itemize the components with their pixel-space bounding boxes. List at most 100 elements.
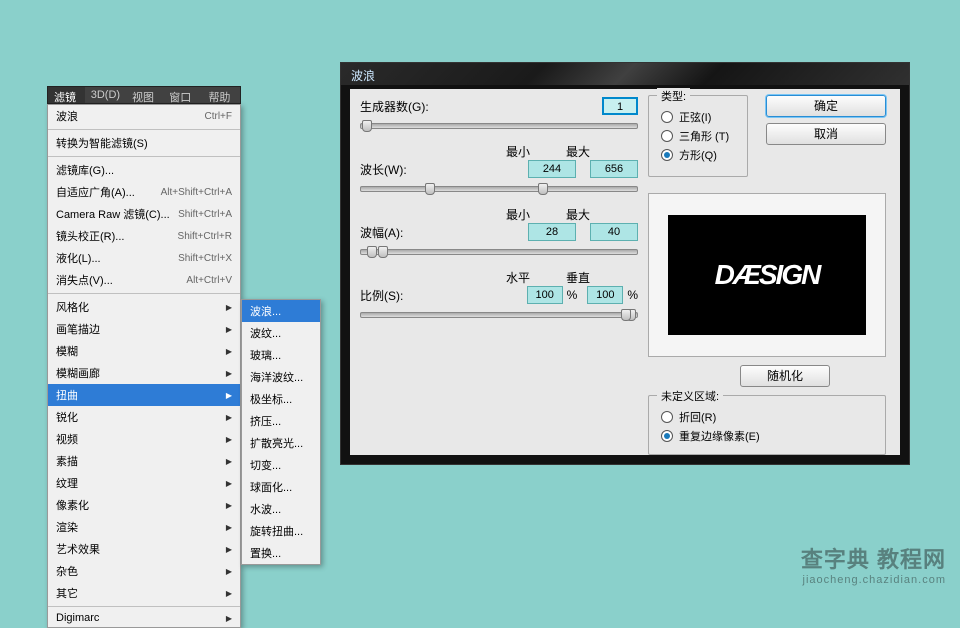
submenu-polar[interactable]: 极坐标... [242, 388, 320, 410]
menu-label: 液化(L)... [56, 250, 101, 266]
menu-blur-gallery[interactable]: 模糊画廊 ▶ [48, 362, 240, 384]
menu-label: 素描 [56, 453, 78, 469]
menu-label: 纹理 [56, 475, 78, 491]
menu-shortcut: Alt+Shift+Ctrl+A [161, 187, 232, 198]
menu-camera-raw[interactable]: Camera Raw 滤镜(C)... Shift+Ctrl+A [48, 203, 240, 225]
slider-thumb[interactable] [362, 120, 372, 132]
submenu-pinch[interactable]: 挤压... [242, 410, 320, 432]
menu-digimarc[interactable]: Digimarc ▶ [48, 609, 240, 627]
slider-thumb-v[interactable] [621, 309, 631, 321]
menu-shortcut: Shift+Ctrl+R [178, 231, 232, 242]
menu-shortcut: Shift+Ctrl+A [178, 209, 232, 220]
menu-pixelate[interactable]: 像素化 ▶ [48, 494, 240, 516]
scale-slider[interactable] [360, 312, 638, 318]
wavelength-max-input[interactable]: 656 [590, 160, 638, 178]
menubar-filter[interactable]: 滤镜(T) [48, 87, 85, 103]
menu-label: 锐化 [56, 409, 78, 425]
submenu-ocean[interactable]: 海洋波纹... [242, 366, 320, 388]
amplitude-slider[interactable] [360, 249, 638, 255]
amplitude-max-input[interactable]: 40 [590, 223, 638, 241]
generators-input[interactable]: 1 [602, 97, 638, 115]
menu-label: Camera Raw 滤镜(C)... [56, 206, 170, 222]
slider-thumb-min[interactable] [367, 246, 377, 258]
menu-stylize[interactable]: 风格化 ▶ [48, 296, 240, 318]
undefined-group: 未定义区域: 折回(R) 重复边缘像素(E) [648, 395, 886, 455]
menu-lens[interactable]: 镜头校正(R)... Shift+Ctrl+R [48, 225, 240, 247]
menu-texture[interactable]: 纹理 ▶ [48, 472, 240, 494]
preview-text: DÆSIGN [715, 259, 820, 291]
menubar-window[interactable]: 窗口(W) [163, 87, 202, 103]
submenu-spherize[interactable]: 球面化... [242, 476, 320, 498]
type-sine[interactable]: 正弦(I) [661, 109, 735, 125]
menu-brush[interactable]: 画笔描边 ▶ [48, 318, 240, 340]
undefined-repeat[interactable]: 重复边缘像素(E) [661, 428, 873, 444]
menu-render[interactable]: 渲染 ▶ [48, 516, 240, 538]
menu-label: 模糊 [56, 343, 78, 359]
amplitude-min-input[interactable]: 28 [528, 223, 576, 241]
menubar-3d[interactable]: 3D(D) [85, 87, 126, 103]
submenu-glass[interactable]: 玻璃... [242, 344, 320, 366]
scale-h-input[interactable]: 100 [527, 286, 563, 304]
menu-artistic[interactable]: 艺术效果 ▶ [48, 538, 240, 560]
chevron-right-icon: ▶ [226, 523, 232, 532]
menu-gallery[interactable]: 滤镜库(G)... [48, 159, 240, 181]
menu-last-filter[interactable]: 波浪 Ctrl+F [48, 105, 240, 127]
menu-separator [48, 156, 240, 157]
menu-sharpen[interactable]: 锐化 ▶ [48, 406, 240, 428]
ok-button[interactable]: 确定 [766, 95, 886, 117]
menu-video[interactable]: 视频 ▶ [48, 428, 240, 450]
submenu-ripple[interactable]: 波纹... [242, 322, 320, 344]
scale-v-input[interactable]: 100 [587, 286, 623, 304]
undefined-title: 未定义区域: [657, 388, 723, 404]
type-triangle[interactable]: 三角形 (T) [661, 128, 735, 144]
scale-v-header: 垂直 [566, 269, 590, 286]
generators-label: 生成器数(G): [360, 98, 440, 115]
menu-distort[interactable]: 扭曲 ▶ [48, 384, 240, 406]
menu-adaptive[interactable]: 自适应广角(A)... Alt+Shift+Ctrl+A [48, 181, 240, 203]
menu-shortcut: Shift+Ctrl+X [178, 253, 232, 264]
menu-label: 消失点(V)... [56, 272, 113, 288]
slider-thumb-max[interactable] [378, 246, 388, 258]
menu-label: 渲染 [56, 519, 78, 535]
menu-separator [48, 293, 240, 294]
submenu-shear[interactable]: 切变... [242, 454, 320, 476]
submenu-diffuse[interactable]: 扩散亮光... [242, 432, 320, 454]
menu-smart-filter[interactable]: 转换为智能滤镜(S) [48, 132, 240, 154]
cancel-button[interactable]: 取消 [766, 123, 886, 145]
menu-separator [48, 606, 240, 607]
type-title: 类型: [657, 88, 690, 104]
chevron-right-icon: ▶ [226, 567, 232, 576]
menu-label: 波浪 [56, 108, 78, 124]
slider-thumb-min[interactable] [425, 183, 435, 195]
wavelength-slider[interactable] [360, 186, 638, 192]
menu-sketch[interactable]: 素描 ▶ [48, 450, 240, 472]
generators-slider[interactable] [360, 123, 638, 129]
menu-blur[interactable]: 模糊 ▶ [48, 340, 240, 362]
randomize-button[interactable]: 随机化 [740, 365, 830, 387]
menu-noise[interactable]: 杂色 ▶ [48, 560, 240, 582]
menu-other[interactable]: 其它 ▶ [48, 582, 240, 604]
scale-label: 比例(S): [360, 287, 440, 304]
filter-menu: 波浪 Ctrl+F 转换为智能滤镜(S) 滤镜库(G)... 自适应广角(A).… [47, 104, 241, 628]
wavelength-min-input[interactable]: 244 [528, 160, 576, 178]
type-tri-label: 三角形 (T) [679, 128, 729, 144]
amplitude-label: 波幅(A): [360, 224, 440, 241]
submenu-zigzag[interactable]: 水波... [242, 498, 320, 520]
menubar-help[interactable]: 帮助(H) [202, 87, 240, 103]
dialog-title: 波浪 [341, 63, 909, 85]
undefined-wrap[interactable]: 折回(R) [661, 409, 873, 425]
type-square[interactable]: 方形(Q) [661, 147, 735, 163]
submenu-twirl[interactable]: 旋转扭曲... [242, 520, 320, 542]
menu-label: 模糊画廊 [56, 365, 100, 381]
menu-label: 杂色 [56, 563, 78, 579]
menubar-view[interactable]: 视图(V) [126, 87, 163, 103]
submenu-displace[interactable]: 置换... [242, 542, 320, 564]
menu-liquify[interactable]: 液化(L)... Shift+Ctrl+X [48, 247, 240, 269]
menu-label: 风格化 [56, 299, 89, 315]
chevron-right-icon: ▶ [226, 457, 232, 466]
menu-separator [48, 129, 240, 130]
slider-thumb-max[interactable] [538, 183, 548, 195]
wavelength-label: 波长(W): [360, 161, 440, 178]
menu-vanish[interactable]: 消失点(V)... Alt+Ctrl+V [48, 269, 240, 291]
submenu-wave[interactable]: 波浪... [242, 300, 320, 322]
